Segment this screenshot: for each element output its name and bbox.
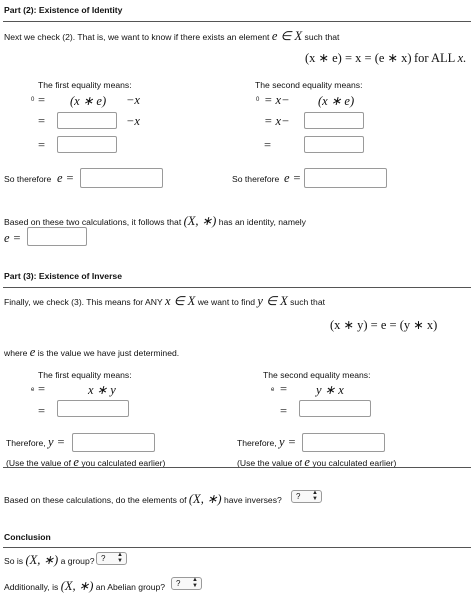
y-equals-label: y = xyxy=(48,435,66,449)
second-inverse-step-input[interactable] xyxy=(299,400,371,417)
second-equality-step1-input[interactable] xyxy=(304,112,364,129)
part2-intro: Next we check (2). That is, we want to k… xyxy=(4,29,340,43)
e-equals-label: e = xyxy=(4,231,22,245)
inverse-question: Based on these calculations, do the elem… xyxy=(4,492,282,506)
part3-divider xyxy=(3,287,471,288)
first-equality-step2-input[interactable] xyxy=(57,136,117,153)
equals-x-minus: = x− xyxy=(264,114,290,128)
expression-y-x: y ∗ x xyxy=(316,383,344,397)
part2-title: Part (2): Existence of Identity xyxy=(4,5,123,15)
group-question: So is (X, ∗) a group? xyxy=(4,553,95,567)
abelian-question: Additionally, is (X, ∗) an Abelian group… xyxy=(4,579,166,593)
so-therefore-label: So therefore xyxy=(4,174,52,184)
expression-x-y: x ∗ y xyxy=(88,383,116,397)
abelian-select[interactable]: ? ▲ ▼ xyxy=(171,577,202,590)
first-equality-step1-input[interactable] xyxy=(57,112,117,129)
minus-x: −x xyxy=(126,114,140,128)
e-label: e xyxy=(271,387,275,393)
expression-x-e: (x ∗ e) xyxy=(318,94,355,108)
first-equality-label: The first equality means: xyxy=(38,370,132,380)
e-equals-label: e = xyxy=(284,171,302,185)
equals-sign: = xyxy=(38,382,46,396)
y-equals-label: y = xyxy=(279,435,297,449)
conclusion-title: Conclusion xyxy=(4,532,51,542)
part3-subdivider xyxy=(3,467,471,468)
identity-equation: (x ∗ e) = x = (e ∗ x) for ALL x. xyxy=(305,51,467,65)
second-equality-step2-input[interactable] xyxy=(304,136,364,153)
zero-label: 0 xyxy=(256,97,260,103)
equals-x-minus: = x− xyxy=(264,93,290,107)
select-arrows-icon: ▲ ▼ xyxy=(192,577,198,589)
equals-sign: = xyxy=(280,404,288,418)
minus-x: −x xyxy=(126,93,140,107)
equals-sign: = xyxy=(38,138,46,152)
e-equals-label: e = xyxy=(57,171,75,185)
first-y-input[interactable] xyxy=(72,433,155,452)
part2-divider xyxy=(3,21,471,22)
select-arrows-icon: ▲ ▼ xyxy=(312,490,318,502)
part3-title: Part (3): Existence of Inverse xyxy=(4,271,122,281)
first-e-input[interactable] xyxy=(80,168,163,188)
inverse-select[interactable]: ? ▲ ▼ xyxy=(291,490,322,503)
first-equality-label: The first equality means: xyxy=(38,80,132,90)
inverse-equation: (x ∗ y) = e = (y ∗ x) xyxy=(330,318,438,332)
second-equality-label: The second equality means: xyxy=(263,370,371,380)
equals-sign: = xyxy=(38,404,46,418)
second-y-input[interactable] xyxy=(302,433,385,452)
zero-label: 0 xyxy=(31,97,35,103)
equals-sign: = xyxy=(264,138,272,152)
equals-sign: = xyxy=(38,93,46,107)
so-therefore-label: So therefore xyxy=(232,174,280,184)
where-text: where e is the value we have just determ… xyxy=(4,345,180,359)
first-inverse-step-input[interactable] xyxy=(57,400,129,417)
equals-sign: = xyxy=(280,382,288,396)
conclusion-divider xyxy=(3,547,471,548)
identity-element-input[interactable] xyxy=(27,227,87,246)
group-select[interactable]: ? ▲ ▼ xyxy=(96,552,127,565)
select-arrows-icon: ▲ ▼ xyxy=(117,552,123,564)
second-e-input[interactable] xyxy=(304,168,387,188)
part3-intro: Finally, we check (3). This means for AN… xyxy=(4,294,325,308)
second-equality-label: The second equality means: xyxy=(255,80,363,90)
expression-x-e: (x ∗ e) xyxy=(70,94,107,108)
therefore-label: Therefore, xyxy=(6,438,46,448)
therefore-label: Therefore, xyxy=(237,438,277,448)
e-label: e xyxy=(31,387,35,393)
equals-sign: = xyxy=(38,114,46,128)
